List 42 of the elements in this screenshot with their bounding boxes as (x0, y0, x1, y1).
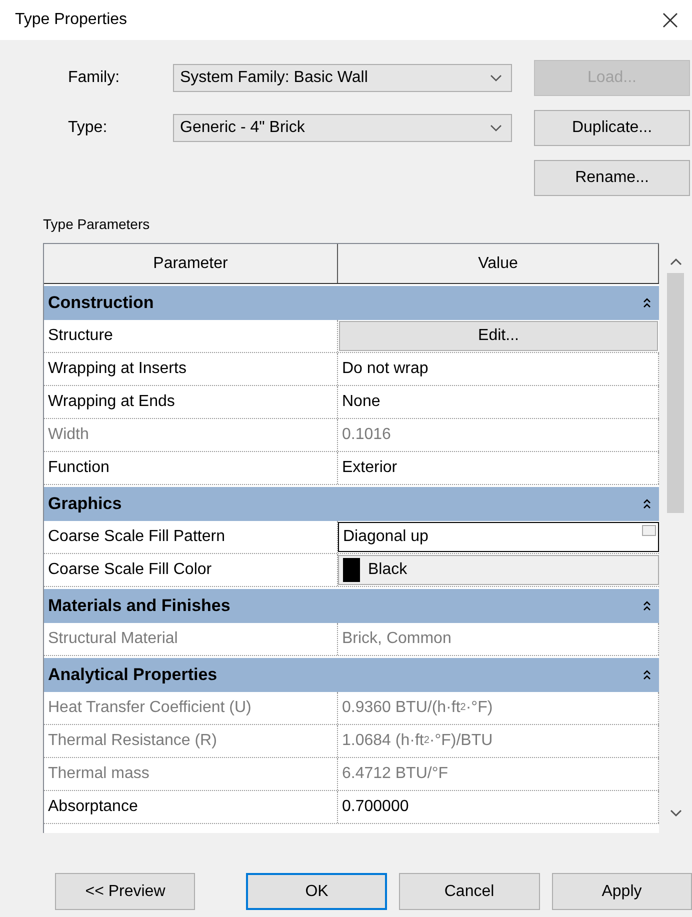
parameter-name: Heat Transfer Coefficient (U) (44, 692, 338, 724)
parameter-name: Thermal Resistance (R) (44, 725, 338, 757)
parameter-name: Structure (44, 320, 338, 352)
chevron-icon (489, 123, 503, 133)
parameter-name: Absorptance (44, 791, 338, 823)
parameter-name: Width (44, 419, 338, 451)
dropdown-field[interactable]: System Family: Basic Wall (173, 64, 512, 92)
preview-button[interactable]: << Preview (55, 873, 196, 910)
group-header[interactable]: Materials and Finishes (44, 589, 659, 623)
edit-button[interactable]: Edit... (339, 321, 658, 351)
cancel-button[interactable]: Cancel (399, 873, 540, 910)
field-label: Type: (68, 119, 108, 137)
window-title: Type Properties (15, 11, 128, 29)
parameter-name: Structural Material (44, 623, 338, 655)
parameter-name: Wrapping at Inserts (44, 353, 338, 385)
chevron-icon (489, 73, 503, 83)
value-field[interactable]: Diagonal up (338, 522, 659, 552)
scroll-up-icon[interactable] (668, 257, 682, 267)
color-button[interactable]: Black (338, 555, 659, 585)
group-title: Materials and Finishes (48, 596, 230, 616)
parameter-name: Wrapping at Ends (44, 386, 338, 418)
parameter-name: Function (44, 452, 338, 484)
duplicate-button[interactable]: Duplicate... (534, 110, 690, 146)
ok-button[interactable]: OK (246, 873, 388, 910)
dropdown-field[interactable]: Generic - 4" Brick (173, 114, 512, 142)
section-title: Type Parameters (43, 216, 150, 232)
group-title: Graphics (48, 494, 122, 514)
rename-button[interactable]: Rename... (534, 160, 690, 196)
close-button[interactable]: × (654, 6, 686, 34)
parameter-name: Coarse Scale Fill Pattern (44, 521, 338, 553)
field-label: Family: (68, 69, 121, 87)
scroll-down-icon[interactable] (668, 808, 682, 818)
group-header[interactable]: Graphics (44, 487, 659, 521)
parameter-name: Thermal mass (44, 758, 338, 790)
group-header[interactable]: Construction (44, 286, 659, 320)
apply-button[interactable]: Apply (552, 873, 692, 910)
group-title: Analytical Properties (48, 665, 218, 685)
scroll-thumb[interactable] (667, 273, 684, 513)
browse-button[interactable] (642, 525, 656, 536)
group-title: Construction (48, 293, 154, 313)
group-header[interactable]: Analytical Properties (44, 658, 659, 692)
column-header[interactable]: Parameter (44, 244, 338, 283)
